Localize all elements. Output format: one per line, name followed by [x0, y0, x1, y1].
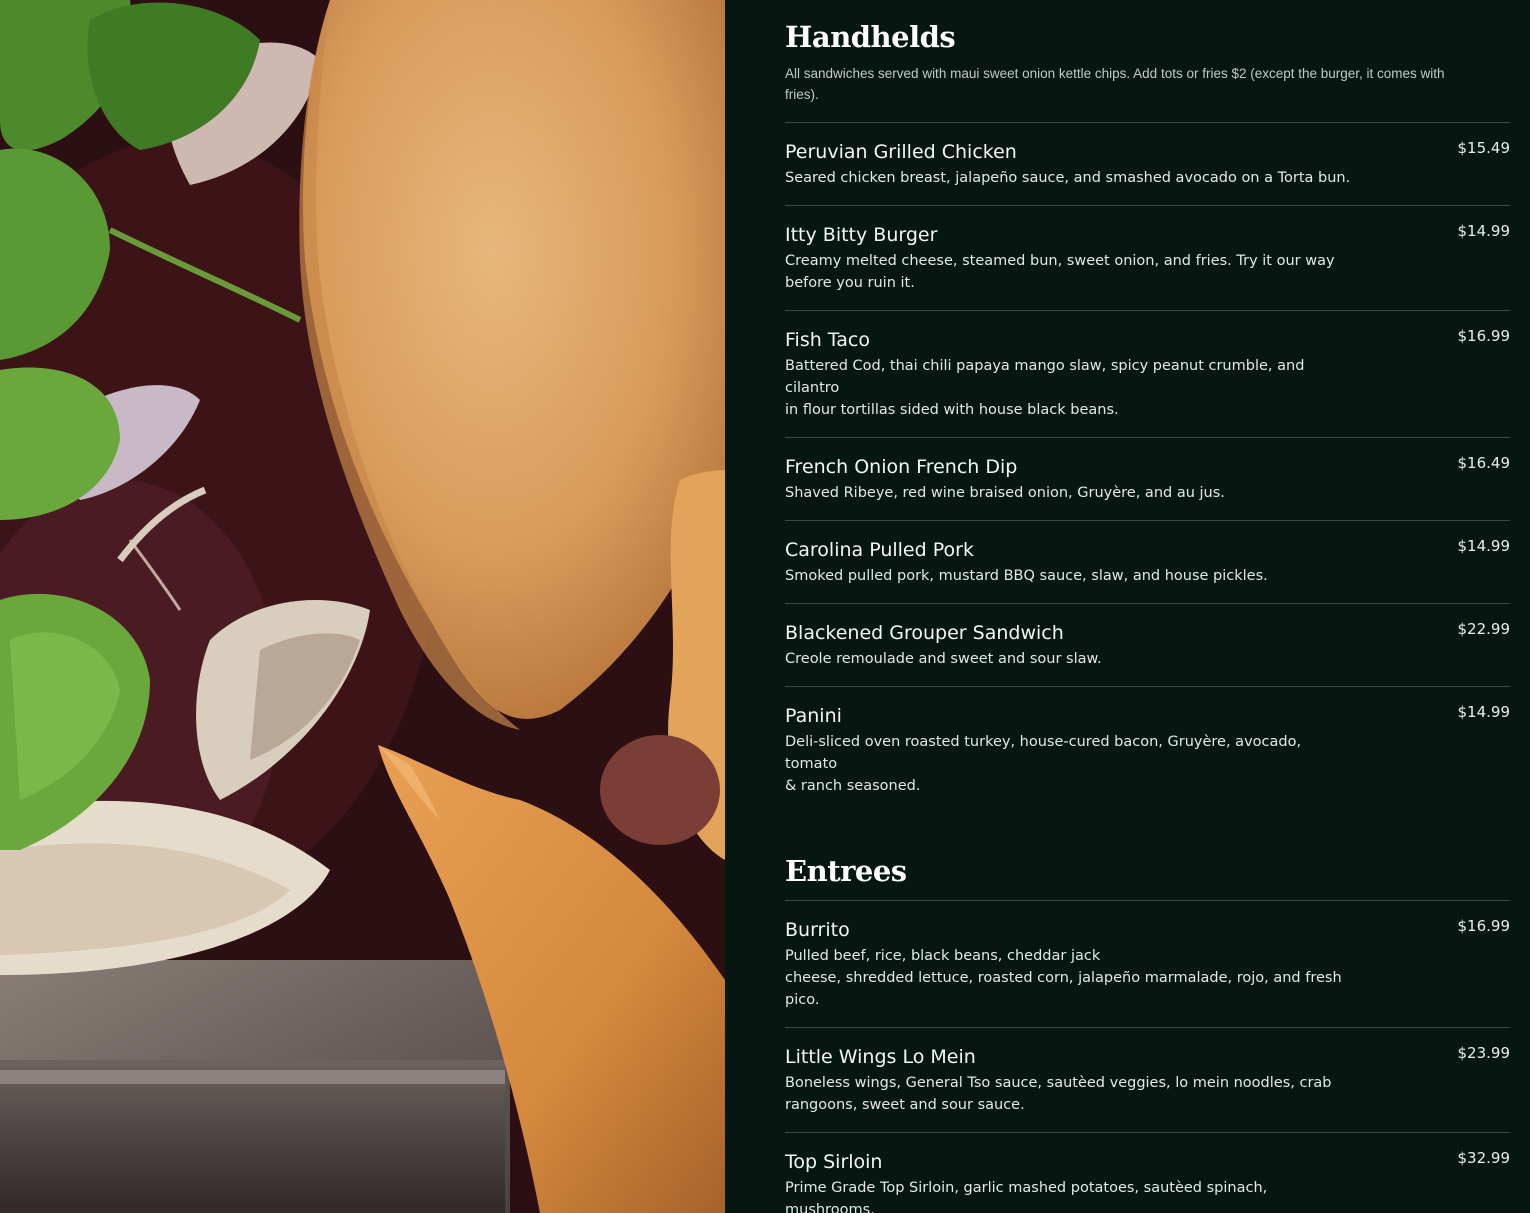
- menu-item-description: Prime Grade Top Sirloin, garlic mashed p…: [785, 1177, 1355, 1213]
- menu-item: $14.99 Panini Deli-sliced oven roasted tur…: [785, 687, 1510, 813]
- description-line: Creole remoulade and sweet and sour slaw…: [785, 651, 1102, 667]
- menu-item-name: French Onion French Dip: [785, 456, 1018, 478]
- menu-item: $16.49 French Onion French Dip Shaved Ribe…: [785, 438, 1510, 521]
- entrees-list: $16.99 Burrito Pulled beef, rice, black be…: [785, 901, 1510, 1213]
- description-line: Shaved Ribeye, red wine braised onion, G…: [785, 485, 1225, 501]
- menu-item-description: Shaved Ribeye, red wine braised onion, G…: [785, 482, 1355, 504]
- description-line: cheese, shredded lettuce, roasted corn, …: [785, 970, 1342, 986]
- note-line: fries).: [785, 87, 819, 102]
- description-line: & ranch seasoned.: [785, 778, 921, 794]
- description-line: Pulled beef, rice, black beans, cheddar …: [785, 948, 1101, 964]
- description-line: rangoons, sweet and sour sauce.: [785, 1097, 1025, 1113]
- menu-item-name: Fish Taco: [785, 329, 870, 351]
- taco-photo-illustration: [0, 0, 725, 1213]
- menu-item-name: Panini: [785, 705, 842, 727]
- menu-item: $16.99 Burrito Pulled beef, rice, black be…: [785, 901, 1510, 1028]
- menu-item: $15.49 Peruvian Grilled Chicken Seared chi…: [785, 123, 1510, 206]
- handhelds-section: Handhelds All sandwiches served with mau…: [785, 18, 1510, 813]
- description-line: Prime Grade Top Sirloin, garlic mashed p…: [785, 1180, 1268, 1213]
- menu-item-description: Boneless wings, General Tso sauce, sautè…: [785, 1072, 1355, 1116]
- menu-item-price: $14.99: [1457, 703, 1511, 721]
- menu-item: $22.99 Blackened Grouper Sandwich Creole r…: [785, 604, 1510, 687]
- menu-panel: Handhelds All sandwiches served with mau…: [725, 0, 1530, 1213]
- menu-item: $32.99 Top Sirloin Prime Grade Top Sirloin…: [785, 1133, 1510, 1213]
- menu-item-price: $14.99: [1457, 222, 1511, 240]
- menu-item-price: $16.99: [1457, 327, 1511, 345]
- menu-page: Handhelds All sandwiches served with mau…: [0, 0, 1530, 1213]
- menu-item: $14.99 Carolina Pulled Pork Smoked pulled …: [785, 521, 1510, 604]
- menu-item-price: $23.99: [1457, 1044, 1511, 1062]
- menu-item-name: Carolina Pulled Pork: [785, 539, 974, 561]
- description-line: pico.: [785, 992, 820, 1008]
- menu-item: $23.99 Little Wings Lo Mein Boneless wings…: [785, 1028, 1510, 1133]
- menu-item-description: Creole remoulade and sweet and sour slaw…: [785, 648, 1355, 670]
- menu-item-name: Peruvian Grilled Chicken: [785, 141, 1017, 163]
- handhelds-title: Handhelds: [785, 20, 956, 54]
- entrees-section: Entrees $16.99 Burrito Pulled beef, rice, …: [785, 852, 1510, 1213]
- menu-item-name: Burrito: [785, 919, 850, 941]
- menu-item: $14.99 Itty Bitty Burger Creamy melted che…: [785, 206, 1510, 311]
- menu-item-price: $16.99: [1457, 917, 1511, 935]
- entrees-title: Entrees: [785, 852, 1510, 901]
- menu-item: $16.99 Fish Taco Battered Cod, thai chili …: [785, 311, 1510, 438]
- menu-item-description: Smoked pulled pork, mustard BBQ sauce, s…: [785, 565, 1355, 587]
- menu-item-description: Deli-sliced oven roasted turkey, house-c…: [785, 731, 1355, 797]
- menu-item-name: Little Wings Lo Mein: [785, 1046, 976, 1068]
- menu-item-price: $32.99: [1457, 1149, 1511, 1167]
- description-line: Smoked pulled pork, mustard BBQ sauce, s…: [785, 568, 1268, 584]
- description-line: in flour tortillas sided with house blac…: [785, 402, 1119, 418]
- description-line: Battered Cod, thai chili papaya mango sl…: [785, 358, 1305, 396]
- handhelds-note: All sandwiches served with maui sweet on…: [785, 63, 1510, 123]
- menu-item-description: Battered Cod, thai chili papaya mango sl…: [785, 355, 1355, 421]
- note-line: All sandwiches served with maui sweet on…: [785, 66, 1445, 81]
- handhelds-list: $15.49 Peruvian Grilled Chicken Seared chi…: [785, 123, 1510, 813]
- menu-item-description: Pulled beef, rice, black beans, cheddar …: [785, 945, 1355, 1011]
- menu-item-description: Seared chicken breast, jalapeño sauce, a…: [785, 167, 1355, 189]
- menu-item-name: Top Sirloin: [785, 1151, 883, 1173]
- description-line: Boneless wings, General Tso sauce, sautè…: [785, 1075, 1332, 1091]
- menu-item-price: $22.99: [1457, 620, 1511, 638]
- menu-item-description: Creamy melted cheese, steamed bun, sweet…: [785, 250, 1355, 294]
- food-photo: [0, 0, 725, 1213]
- menu-item-name: Itty Bitty Burger: [785, 224, 938, 246]
- menu-item-price: $16.49: [1457, 454, 1511, 472]
- menu-item-price: $15.49: [1457, 139, 1511, 157]
- menu-item-name: Blackened Grouper Sandwich: [785, 622, 1064, 644]
- menu-item-price: $14.99: [1457, 537, 1511, 555]
- description-line: Seared chicken breast, jalapeño sauce, a…: [785, 170, 1351, 186]
- description-line: Creamy melted cheese, steamed bun, sweet…: [785, 253, 1335, 269]
- description-line: Deli-sliced oven roasted turkey, house-c…: [785, 734, 1302, 772]
- description-line: before you ruin it.: [785, 275, 915, 291]
